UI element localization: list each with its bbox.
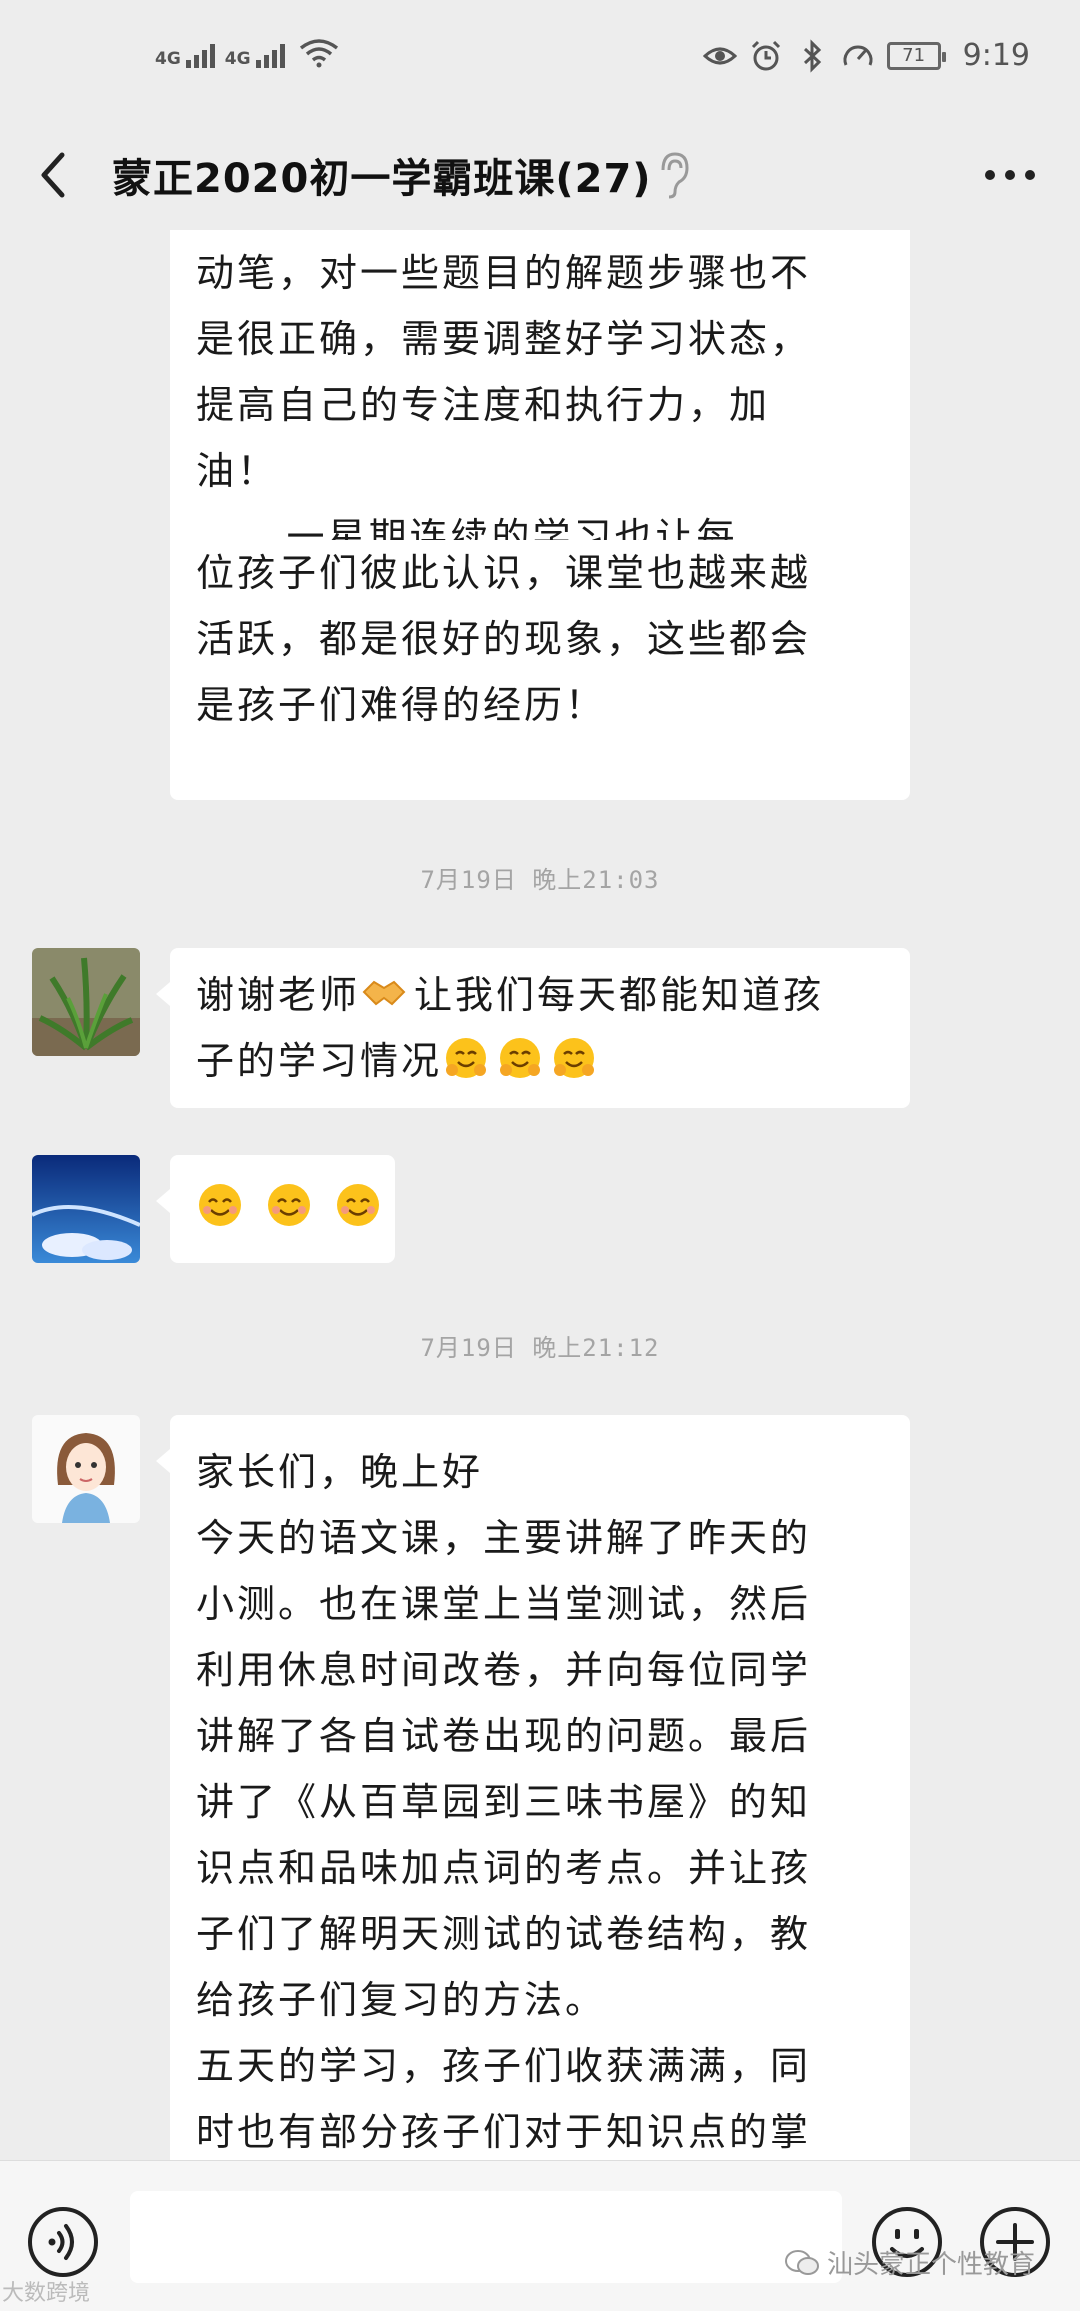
message-4-line: 小测。也在课堂上当堂测试，然后 (196, 1582, 812, 1626)
status-right: 71 9:19 (702, 38, 1030, 73)
wifi-icon (299, 39, 338, 68)
chat-header: 蒙正2020初一学霸班课(27) (0, 120, 1080, 230)
signal-2-icon: 4G (225, 44, 285, 68)
watermark-left: 大数跨境 (2, 2275, 90, 2307)
message-1-line: 活跃，都是很好的现象，这些都会 (196, 617, 812, 661)
message-4-line: 讲解了各自试卷出现的问题。最后 (196, 1714, 812, 1758)
message-2-line-1: 谢谢老师 让我们每天都能知道孩 (196, 962, 910, 1028)
message-4-line: 给孩子们复习的方法。 (196, 1978, 607, 2022)
message-1-line: 位孩子们彼此认识，课堂也越来越 (196, 551, 812, 595)
message-4-line: 五天的学习，孩子们收获满满，同 (196, 2044, 812, 2088)
message-4-line: 家长们，晚上好 (196, 1450, 484, 1494)
avatar-teacher[interactable] (32, 1415, 140, 1523)
message-bubble-1b[interactable]: 位孩子们彼此认识，课堂也越来越 活跃，都是很好的现象，这些都会 是孩子们难得的经… (170, 540, 910, 800)
smiling-face-icon (199, 1184, 241, 1226)
timestamp: 7月19日 晚上21:03 (420, 866, 660, 894)
voice-icon[interactable] (26, 2205, 100, 2279)
message-1-line: 提高自己的专注度和执行力，加 (196, 383, 771, 427)
message-bubble-2[interactable]: 谢谢老师 让我们每天都能知道孩 子的学习情况 (156, 948, 910, 1108)
avatar-plant[interactable] (32, 948, 140, 1056)
timestamp: 7月19日 晚上21:12 (420, 1334, 660, 1362)
wechat-logo-icon (785, 2249, 819, 2275)
watermark-left-text: 大数跨境 (2, 2281, 91, 2306)
message-2-line-2: 子的学习情况 (196, 1028, 910, 1094)
watermark-right: 汕头蒙正个性教育 (785, 2244, 1035, 2281)
watermark-right-text: 汕头蒙正个性教育 (827, 2250, 1036, 2280)
message-1-line: 的学习状态不太好，需要多多练习 (196, 230, 910, 240)
handshake-icon (362, 980, 406, 1006)
speed-icon (843, 45, 873, 66)
signal-2-label: 4G (224, 49, 251, 69)
bluetooth-icon (803, 38, 821, 73)
back-arrow-icon[interactable] (34, 145, 74, 205)
message-bubble-1[interactable]: 的学习状态不太好，需要多多练习 动笔，对一些题目的解题步骤也不 是很正确，需要调… (170, 230, 910, 560)
signal-1-label: 4G (155, 49, 181, 69)
message-1-line: 是很正确，需要调整好学习状态， (196, 317, 812, 361)
avatar-sky[interactable] (32, 1155, 140, 1263)
message-4-line: 时也有部分孩子们对于知识点的掌 (196, 2110, 812, 2154)
message-4-line: 识点和品味加点词的考点。并让孩 (196, 1846, 812, 1890)
message-1-line: 油！ (196, 449, 279, 493)
message-bubble-4[interactable]: 家长们，晚上好 今天的语文课，主要讲解了昨天的 小测。也在课堂上当堂测试，然后 … (156, 1415, 910, 2160)
alarm-icon (751, 40, 780, 70)
signal-1-icon: 4G (155, 44, 215, 68)
chat-area[interactable]: 的学习状态不太好，需要多多练习 动笔，对一些题目的解题步骤也不 是很正确，需要调… (0, 230, 1080, 2160)
hug-face-icon (446, 1038, 487, 1078)
message-1-line: 是孩子们难得的经历！ (196, 683, 607, 727)
message-bubble-3[interactable] (156, 1155, 395, 1263)
message-input[interactable] (130, 2191, 842, 2283)
smiling-face-icon (268, 1184, 311, 1226)
ear-icon (661, 152, 689, 199)
eye-icon (702, 47, 737, 64)
hug-face-icon (500, 1038, 541, 1078)
hug-face-icon (554, 1038, 595, 1078)
message-4-line: 讲了《从百草园到三味书屋》的知 (196, 1780, 812, 1824)
message-4-line: 利用休息时间改卷，并向每位同学 (196, 1648, 812, 1692)
signal-group: 4G 4G (155, 38, 339, 68)
message-4-line: 今天的语文课，主要讲解了昨天的 (196, 1516, 812, 1560)
message-4-line: 子们了解明天测试的试卷结构，教 (196, 1912, 812, 1956)
status-bar: 4G 4G 71 9:19 (0, 0, 1080, 120)
smiling-face-icon (337, 1184, 380, 1226)
input-bar (0, 2160, 1080, 2311)
more-icon[interactable] (980, 160, 1040, 190)
message-1-line: 动笔，对一些题目的解题步骤也不 (196, 251, 812, 295)
chat-title: 蒙正2020初一学霸班课(27) (112, 156, 652, 202)
clock: 9:19 (962, 38, 1030, 73)
battery-indicator: 71 (886, 41, 946, 70)
